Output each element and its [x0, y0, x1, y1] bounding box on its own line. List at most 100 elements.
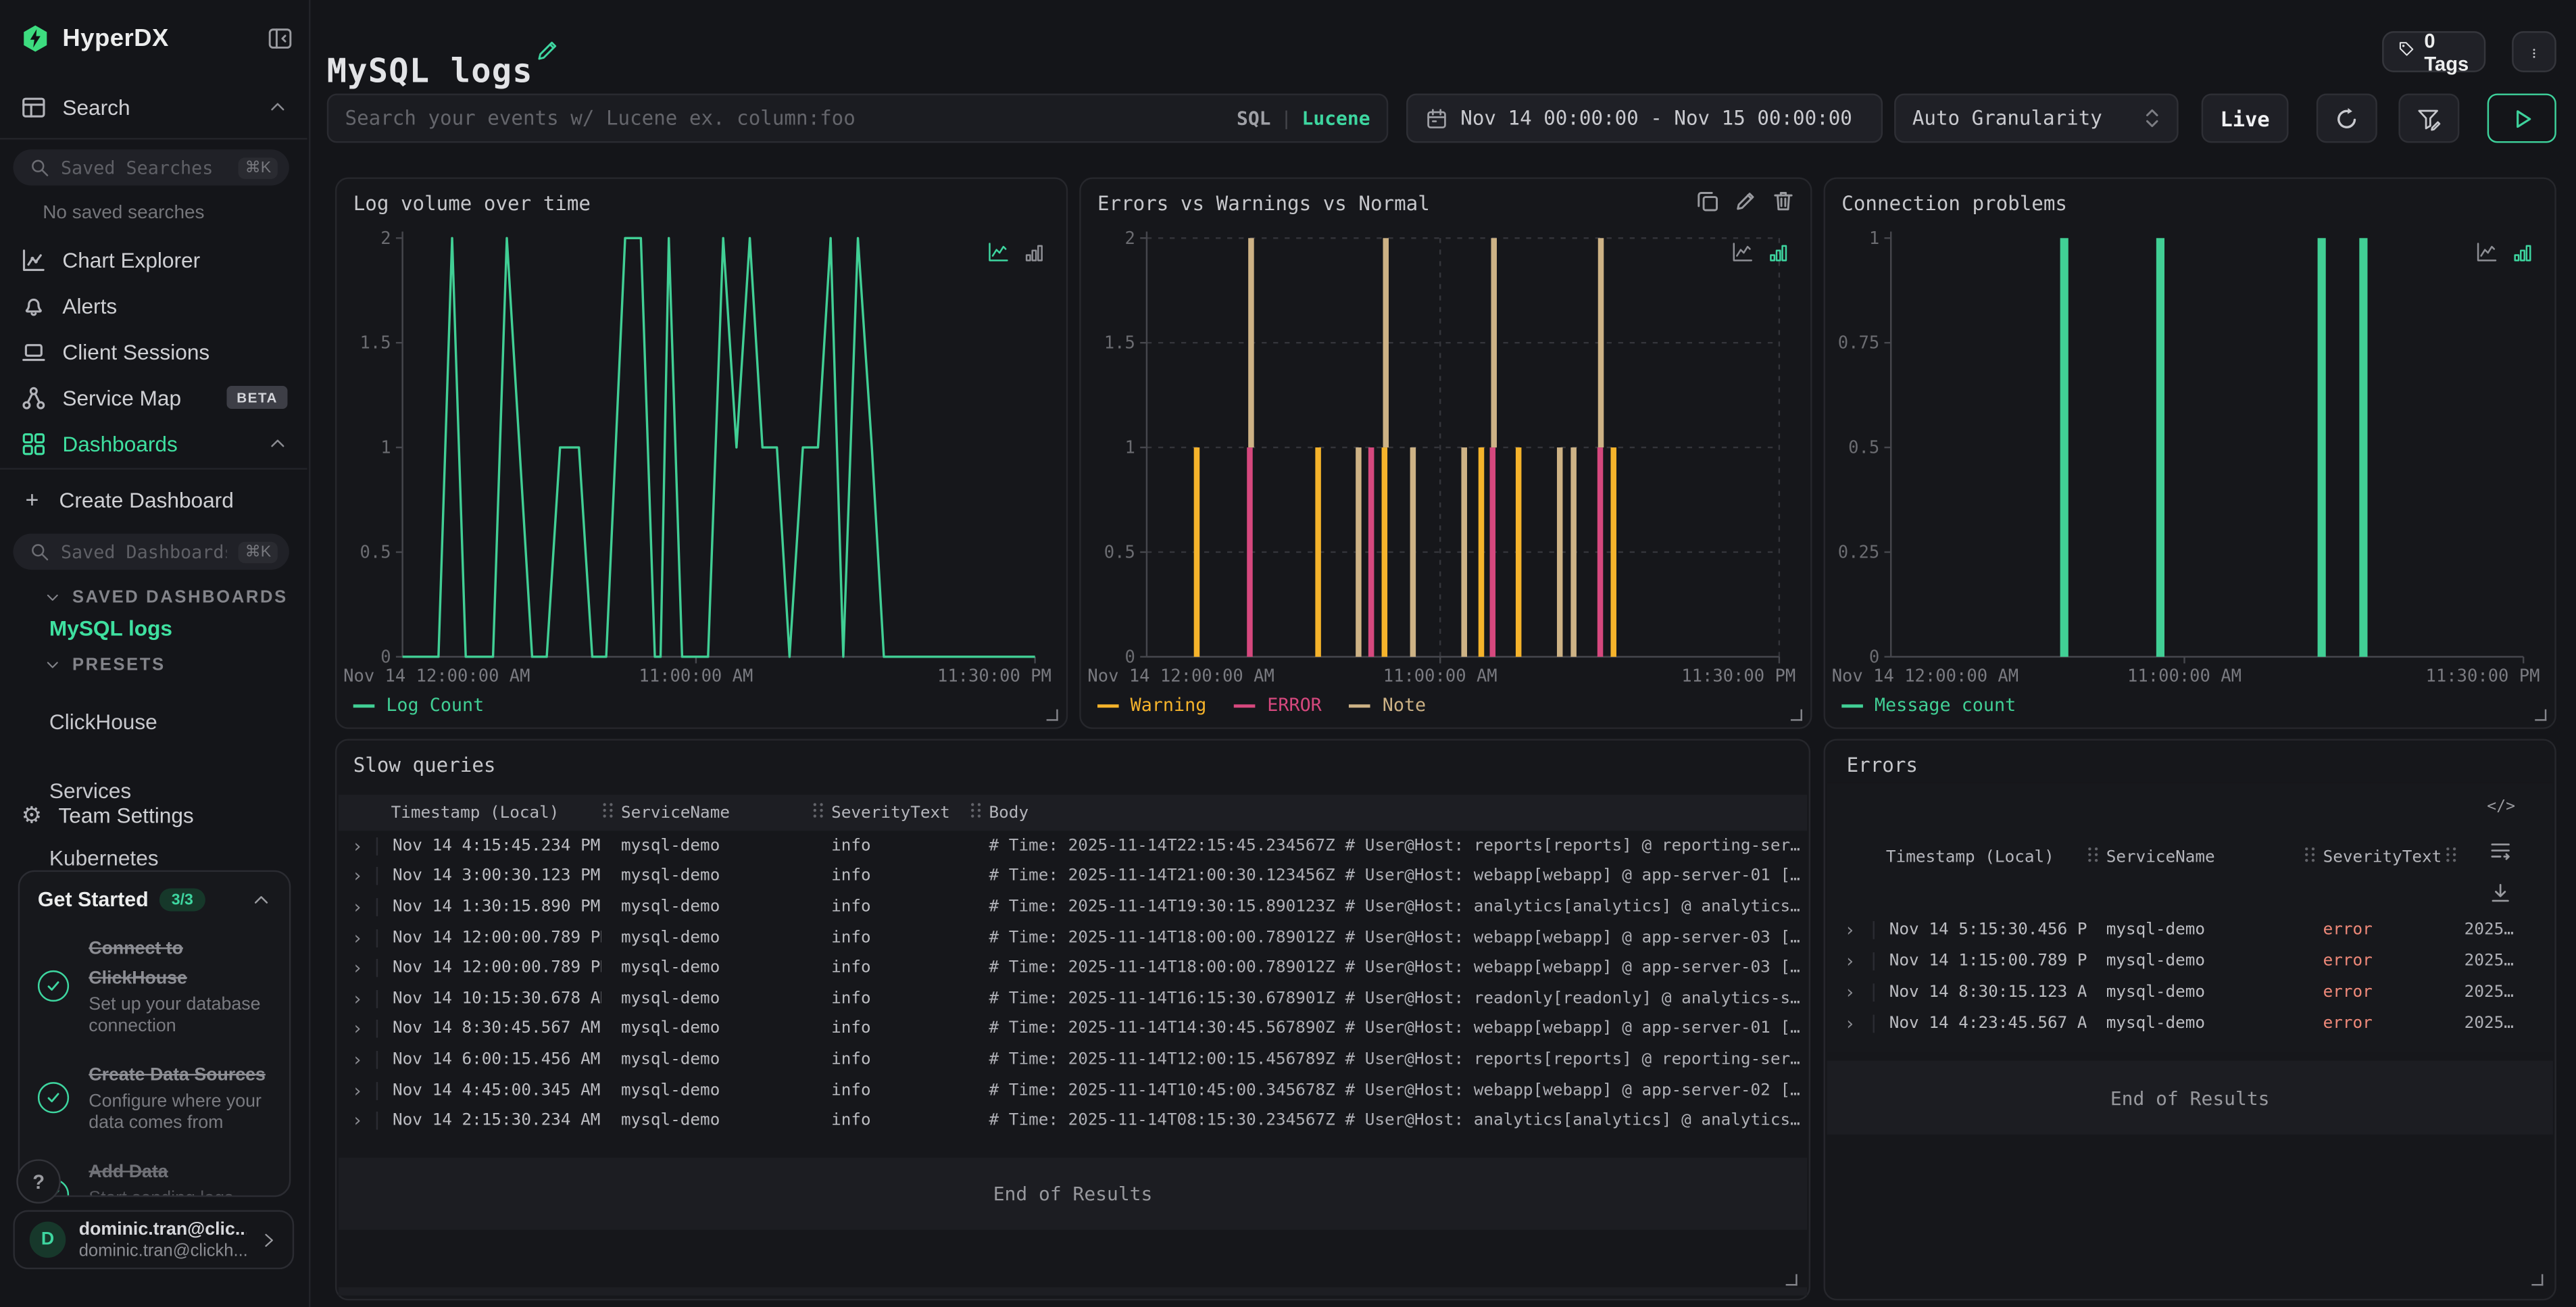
- granularity-select[interactable]: Auto Granularity: [1894, 93, 2179, 143]
- row-expand-chevron[interactable]: ›: [339, 897, 376, 918]
- resize-handle[interactable]: [2535, 710, 2546, 721]
- run-query-button[interactable]: [2487, 93, 2556, 143]
- date-range-picker[interactable]: Nov 14 00:00:00 - Nov 15 00:00:00: [1406, 93, 1883, 143]
- resize-handle[interactable]: [1786, 1274, 1798, 1285]
- column-header[interactable]: Body: [969, 802, 1807, 824]
- row-expand-chevron[interactable]: ›: [339, 1049, 376, 1070]
- bar-view-icon[interactable]: [1024, 241, 1045, 263]
- sidebar-item-client-sessions[interactable]: Client Sessions: [0, 328, 309, 374]
- dashboard-menu-button[interactable]: [2512, 31, 2556, 72]
- line-view-icon[interactable]: [2476, 241, 2498, 263]
- bar-view-icon[interactable]: [1768, 241, 1789, 263]
- row-expand-chevron[interactable]: ›: [339, 958, 376, 979]
- sidebar-item-team-settings[interactable]: ⚙ Team Settings: [0, 796, 309, 832]
- sidebar-preset-clickhouse[interactable]: ClickHouse: [49, 710, 309, 734]
- chevron-up-icon[interactable]: [251, 890, 271, 910]
- resize-handle[interactable]: [1791, 710, 1802, 721]
- sidebar-item-dashboards[interactable]: Dashboards: [0, 420, 309, 466]
- column-header[interactable]: ServiceName: [2087, 845, 2304, 868]
- drag-handle-icon[interactable]: [2445, 845, 2458, 868]
- column-header[interactable]: Timestamp (Local): [1873, 848, 2086, 866]
- lucene-mode-toggle[interactable]: Lucene: [1302, 107, 1370, 130]
- refresh-button[interactable]: [2317, 93, 2377, 143]
- sidebar-item-search[interactable]: Search: [0, 84, 309, 130]
- row-expand-chevron[interactable]: ›: [1827, 951, 1873, 972]
- row-expand-chevron[interactable]: ›: [1827, 982, 1873, 1004]
- table-row[interactable]: › Nov 14 4:23:45.567 AM mysql-demo error…: [1827, 1008, 2553, 1039]
- table-row[interactable]: › Nov 14 8:30:15.123 AM mysql-demo error…: [1827, 977, 2553, 1008]
- svg-text:Nov 14 12:00:00 AM: Nov 14 12:00:00 AM: [1087, 666, 1274, 686]
- column-header[interactable]: [2445, 845, 2553, 868]
- column-header[interactable]: SeverityText: [812, 802, 969, 824]
- legend-item[interactable]: Message count: [1841, 695, 2016, 716]
- get-started-item[interactable]: Add Data Start sending logs, metrics, or…: [38, 1156, 271, 1197]
- column-header[interactable]: ServiceName: [601, 802, 812, 824]
- line-view-icon[interactable]: [987, 241, 1009, 263]
- sidebar-item-service-map[interactable]: Service Map BETA: [0, 374, 309, 420]
- row-expand-chevron[interactable]: ›: [1827, 920, 1873, 941]
- table-row[interactable]: › Nov 14 10:15:30.678 AM mysql-demo info…: [339, 983, 1807, 1014]
- drag-handle-icon[interactable]: [2303, 845, 2316, 868]
- row-expand-chevron[interactable]: ›: [339, 1018, 376, 1040]
- tags-button[interactable]: 0 Tags: [2382, 31, 2485, 72]
- sql-mode-toggle[interactable]: SQL: [1237, 107, 1271, 130]
- legend-item[interactable]: ERROR: [1235, 695, 1322, 716]
- resize-handle[interactable]: [1047, 710, 1058, 721]
- table-row[interactable]: › Nov 14 6:00:15.456 AM mysql-demo info …: [339, 1045, 1807, 1075]
- table-row[interactable]: › Nov 14 3:00:30.123 PM mysql-demo info …: [339, 862, 1807, 892]
- get-started-item[interactable]: Create Data Sources Configure where your…: [38, 1059, 271, 1135]
- legend-item[interactable]: Log Count: [353, 695, 485, 716]
- saved-dashboards-section-header[interactable]: SAVED DASHBOARDS: [45, 588, 293, 608]
- download-icon[interactable]: [2492, 883, 2511, 903]
- bar-view-icon[interactable]: [2512, 241, 2533, 263]
- help-button[interactable]: ?: [16, 1159, 61, 1204]
- cell-severity: info: [812, 837, 969, 856]
- drag-handle-icon[interactable]: [969, 802, 982, 824]
- view-source-icon[interactable]: </>: [2487, 798, 2515, 818]
- table-row[interactable]: › Nov 14 5:15:30.456 PM mysql-demo error…: [1827, 914, 2553, 945]
- table-row[interactable]: › Nov 14 4:45:00.345 AM mysql-demo info …: [339, 1075, 1807, 1106]
- resize-handle[interactable]: [2531, 1274, 2543, 1285]
- sidebar-item-alerts[interactable]: Alerts: [0, 282, 309, 328]
- saved-searches-input[interactable]: Saved Searches ⌘K: [13, 149, 289, 185]
- legend-item[interactable]: Note: [1349, 695, 1426, 716]
- line-view-icon[interactable]: [1731, 241, 1753, 263]
- presets-section-header[interactable]: PRESETS: [45, 655, 293, 674]
- live-button[interactable]: Live: [2202, 93, 2289, 143]
- row-expand-chevron[interactable]: ›: [339, 835, 376, 857]
- table-row[interactable]: › Nov 14 4:15:45.234 PM mysql-demo info …: [339, 831, 1807, 861]
- saved-dashboards-input[interactable]: Saved Dashboards ⌘K: [13, 534, 289, 570]
- table-row[interactable]: › Nov 14 12:00:00.789 PM mysql-demo info…: [339, 953, 1807, 983]
- row-expand-chevron[interactable]: ›: [1827, 1013, 1873, 1035]
- sidebar-dashboard-mysql-logs[interactable]: MySQL logs: [49, 616, 172, 640]
- get-started-item[interactable]: Connect to ClickHouse Set up your databa…: [38, 933, 271, 1037]
- table-row[interactable]: › Nov 14 12:00:00.789 PM mysql-demo info…: [339, 922, 1807, 953]
- sidebar-item-chart-explorer[interactable]: Chart Explorer: [0, 237, 309, 282]
- table-row[interactable]: › Nov 14 8:30:45.567 AM mysql-demo info …: [339, 1014, 1807, 1044]
- drag-handle-icon[interactable]: [812, 802, 824, 824]
- sidebar-preset-kubernetes[interactable]: Kubernetes: [49, 845, 309, 870]
- row-expand-chevron[interactable]: ›: [339, 1110, 376, 1132]
- svg-text:11:00:00 AM: 11:00:00 AM: [2127, 666, 2241, 686]
- row-expand-chevron[interactable]: ›: [339, 988, 376, 1010]
- edit-title-icon[interactable]: [536, 39, 559, 62]
- table-row[interactable]: › Nov 14 2:15:30.234 AM mysql-demo info …: [339, 1106, 1807, 1136]
- row-expand-chevron[interactable]: ›: [339, 866, 376, 887]
- create-dashboard-button[interactable]: + Create Dashboard: [0, 481, 309, 517]
- legend-item[interactable]: Warning: [1097, 695, 1206, 716]
- row-expand-chevron[interactable]: ›: [339, 1080, 376, 1102]
- sidebar-collapse-icon[interactable]: [268, 26, 292, 50]
- row-expand-chevron[interactable]: ›: [339, 927, 376, 949]
- table-row[interactable]: › Nov 14 1:15:00.789 PM mysql-demo error…: [1827, 945, 2553, 977]
- gear-icon: ⚙: [22, 803, 43, 826]
- event-search-input[interactable]: Search your events w/ Lucene ex. column:…: [327, 93, 1389, 143]
- column-header[interactable]: SeverityText: [2303, 845, 2444, 868]
- cell-severity: info: [812, 868, 969, 886]
- user-menu[interactable]: D dominic.tran@clic... dominic.tran@clic…: [13, 1210, 294, 1269]
- column-header[interactable]: Timestamp (Local): [376, 804, 601, 822]
- table-row[interactable]: › Nov 14 1:30:15.890 PM mysql-demo info …: [339, 892, 1807, 922]
- drag-handle-icon[interactable]: [601, 802, 614, 824]
- drag-handle-icon[interactable]: [2087, 845, 2100, 868]
- cell-severity: info: [812, 959, 969, 977]
- filter-button[interactable]: [2398, 93, 2459, 143]
